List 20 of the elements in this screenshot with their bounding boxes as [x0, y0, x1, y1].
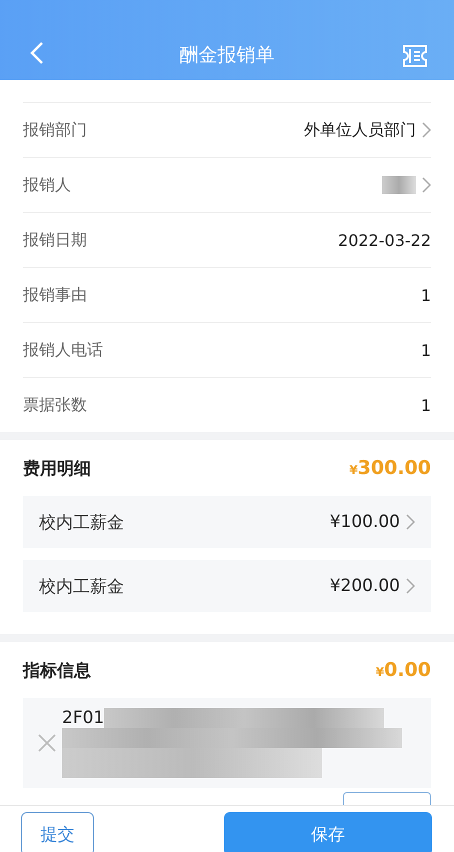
field-label: 报销人 — [23, 174, 71, 196]
expense-item[interactable]: 校内工薪金 ¥100.00 — [23, 496, 431, 548]
section-title: 费用明细 — [23, 458, 91, 480]
expense-item[interactable]: 校内工薪金 ¥200.00 — [23, 560, 431, 612]
field-value: 1 — [420, 286, 431, 304]
field-value: 2022-03-22 — [338, 230, 431, 250]
page-title: 酬金报销单 — [180, 43, 274, 68]
field-value: 1 — [420, 396, 431, 414]
total-amount: ¥0.00 — [376, 659, 431, 681]
field-label: 报销日期 — [23, 230, 87, 250]
field-label: 报销部门 — [23, 120, 87, 140]
submit-button[interactable]: 提交 — [21, 812, 94, 852]
section-title: 指标信息 — [23, 660, 91, 682]
indicator-code: 2F01 — [62, 708, 104, 728]
field-label: 票据张数 — [23, 394, 87, 416]
field-value: 外单位人员部门 — [304, 120, 416, 140]
total-amount: ¥300.00 — [349, 457, 431, 479]
field-label: 报销事由 — [23, 284, 87, 306]
field-value: 1 — [420, 340, 431, 360]
field-label: 报销人电话 — [23, 340, 103, 360]
